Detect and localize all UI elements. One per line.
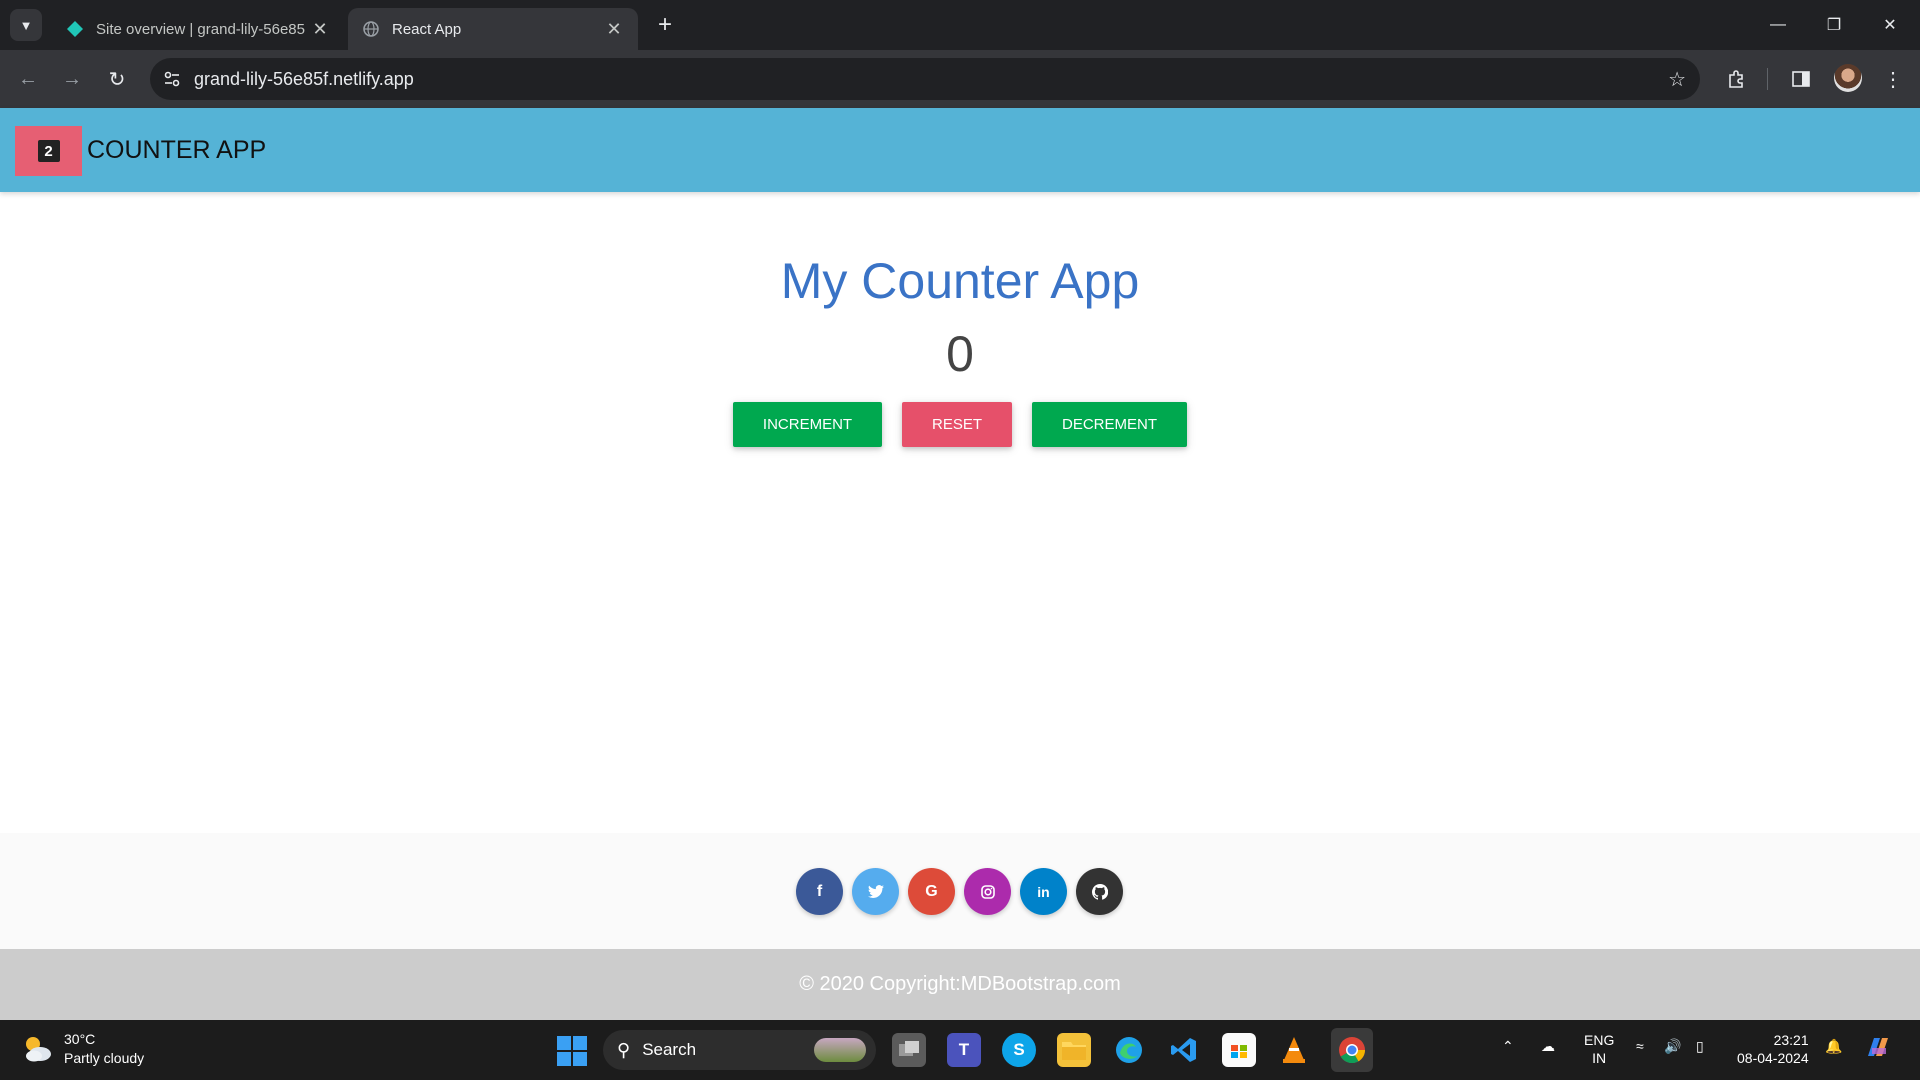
footer [0,833,1920,949]
search-icon: ⚲ [617,1039,631,1060]
partly-cloudy-icon [20,1032,54,1066]
language-indicator[interactable]: ENG IN [1584,1031,1614,1067]
brand-title[interactable]: COUNTER APP [87,136,266,165]
reload-icon[interactable]: ↻ [102,64,132,94]
site-info-icon[interactable] [150,70,194,88]
teams-icon[interactable]: T [947,1033,981,1067]
restore-button[interactable]: ❐ [1806,0,1862,50]
task-view-icon[interactable] [892,1033,926,1067]
vscode-icon[interactable] [1167,1033,1201,1067]
instagram-icon[interactable] [964,868,1011,915]
counter-value: 0 [946,326,974,382]
microsoft-store-icon[interactable] [1222,1033,1256,1067]
calendar-icon: 2 [37,140,60,162]
facebook-icon[interactable]: f [796,868,843,915]
show-hidden-icons-chevron[interactable]: ⌃ [1502,1038,1514,1055]
github-icon[interactable] [1076,868,1123,915]
weather-desc: Partly cloudy [64,1050,145,1066]
back-icon[interactable]: ← [13,64,43,94]
decrement-button[interactable]: DECREMENT [1032,402,1187,447]
address-bar[interactable]: grand-lily-56e85f.netlify.app ☆ [150,58,1700,100]
close-icon[interactable]: ✕ [310,19,330,40]
bookmark-star-icon[interactable]: ☆ [1668,67,1686,92]
new-tab-button[interactable]: + [650,10,680,40]
wifi-icon[interactable]: ≈ [1636,1038,1644,1054]
netlify-icon [66,20,84,38]
linkedin-icon[interactable]: in [1020,868,1067,915]
extensions-icon[interactable] [1721,64,1751,94]
brand-logo[interactable]: 2 [15,126,82,176]
chevron-down-icon: ▼ [19,17,33,33]
close-icon[interactable]: ✕ [604,19,624,40]
forward-icon[interactable]: → [57,64,87,94]
taskbar-search[interactable]: ⚲ Search [603,1030,876,1070]
browser-toolbar: ← → ↻ grand-lily-56e85f.netlify.app ☆ ⋮ [0,50,1920,108]
tab-search-button[interactable]: ▼ [10,9,42,41]
weather-temp: 30°C [64,1031,96,1047]
side-panel-icon[interactable] [1786,64,1816,94]
tab-site-overview[interactable]: Site overview | grand-lily-56e85 ✕ [52,8,344,50]
file-explorer-icon[interactable] [1057,1033,1091,1067]
globe-icon [362,20,380,38]
clock[interactable]: 23:21 08-04-2024 [1737,1031,1809,1067]
onedrive-icon[interactable]: ☁ [1541,1038,1555,1055]
windows-taskbar: 30°C Partly cloudy ⚲ Search T S ⌃ ☁ ENG … [0,1020,1920,1080]
tab-react-app[interactable]: React App ✕ [348,8,638,50]
copilot-icon[interactable] [1864,1034,1892,1065]
increment-button[interactable]: INCREMENT [733,402,882,447]
tab-title: Site overview | grand-lily-56e85 [96,20,305,38]
clock-date: 08-04-2024 [1737,1050,1809,1066]
reset-button[interactable]: RESET [902,402,1012,447]
google-icon[interactable]: G [908,868,955,915]
windows-start-icon[interactable] [557,1036,587,1066]
profile-avatar[interactable] [1834,64,1862,92]
more-menu-icon[interactable]: ⋮ [1878,64,1908,94]
url-text: grand-lily-56e85f.netlify.app [194,68,414,89]
skype-icon[interactable]: S [1002,1033,1036,1067]
copyright-bar: © 2020 Copyright:MDBootstrap.com [0,949,1920,1020]
language-code: ENG [1584,1032,1615,1048]
region-code: IN [1592,1050,1607,1066]
chrome-icon[interactable] [1331,1028,1373,1072]
twitter-icon[interactable] [852,868,899,915]
copyright-text[interactable]: © 2020 Copyright:MDBootstrap.com [799,973,1121,996]
vlc-icon[interactable] [1277,1033,1311,1067]
close-window-button[interactable]: ✕ [1862,0,1918,50]
search-highlight-image [814,1038,866,1062]
clock-time: 23:21 [1773,1032,1809,1048]
tab-title: React App [392,20,462,38]
search-label: Search [642,1040,697,1059]
notification-bell-icon[interactable]: 🔔 [1825,1038,1842,1055]
volume-icon[interactable]: 🔊 [1664,1038,1681,1055]
battery-icon[interactable]: ▯ [1696,1038,1704,1055]
edge-icon[interactable] [1112,1033,1146,1067]
weather-widget[interactable]: 30°C Partly cloudy [20,1030,144,1068]
toolbar-divider [1767,68,1768,90]
browser-tab-bar: ▼ Site overview | grand-lily-56e85 ✕ Rea… [0,0,1920,50]
minimize-button[interactable]: — [1750,0,1806,50]
page-title: My Counter App [780,253,1140,309]
app-navbar: 2 COUNTER APP [0,108,1920,192]
